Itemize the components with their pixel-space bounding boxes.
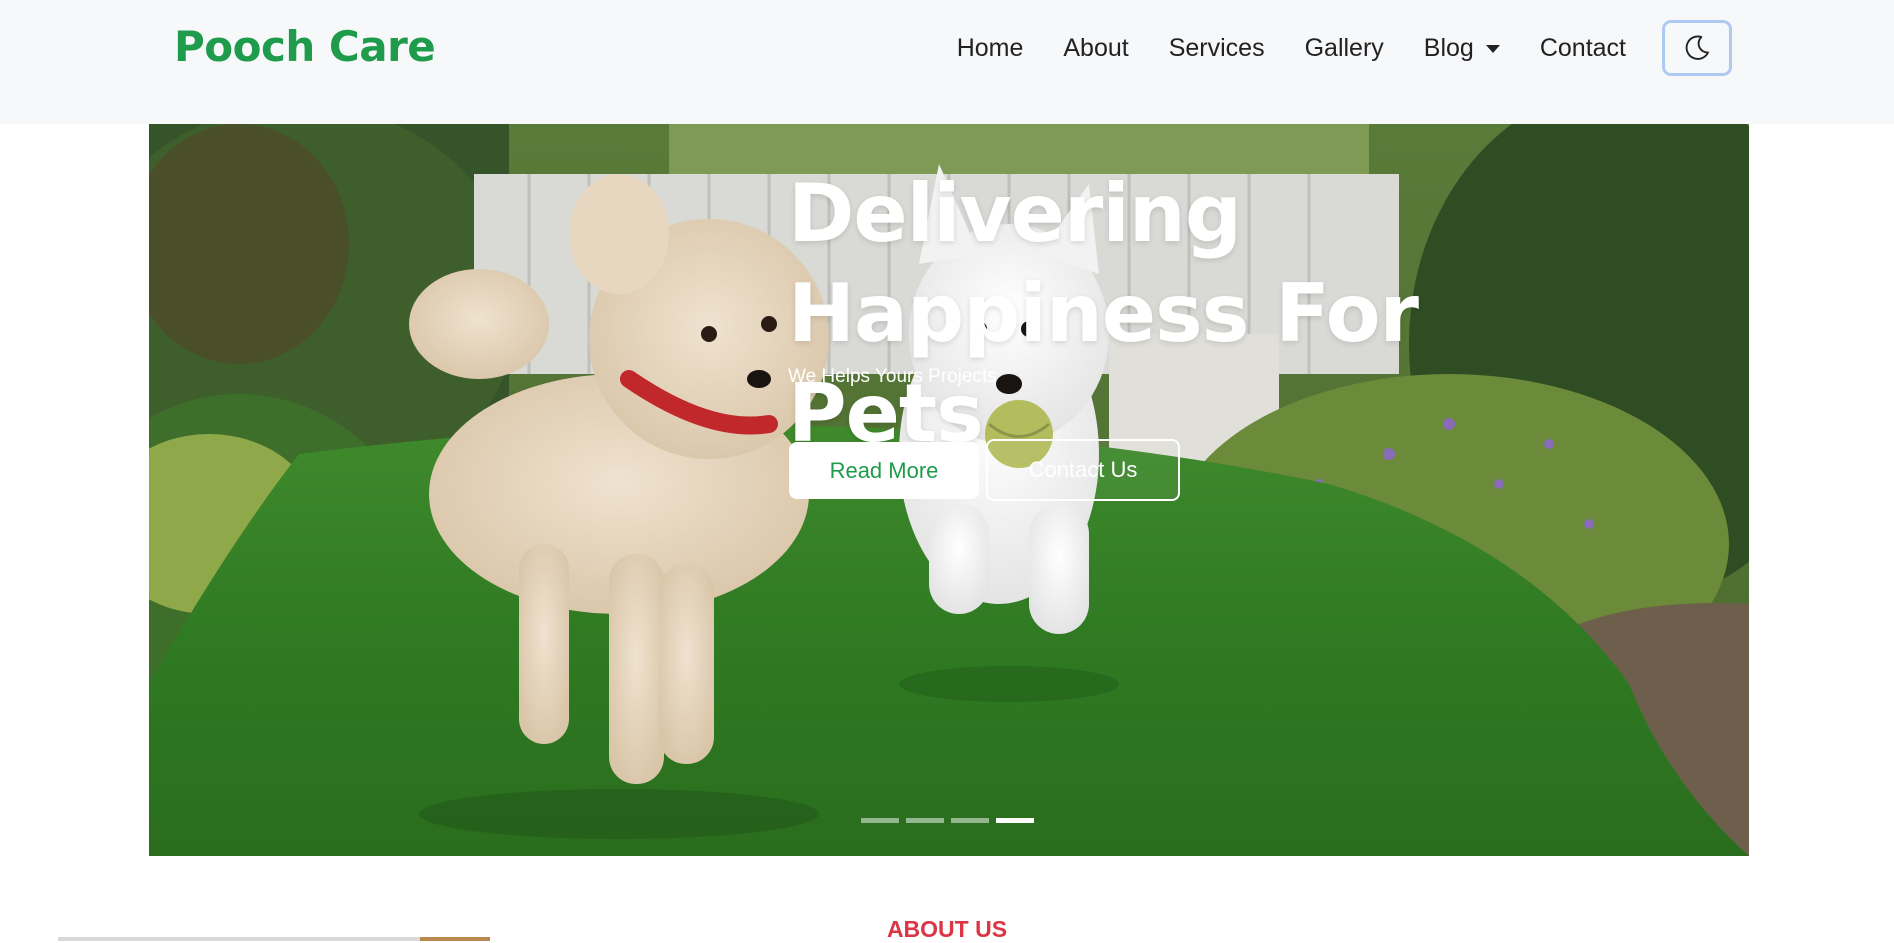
nav-gallery[interactable]: Gallery — [1305, 34, 1384, 63]
nav-home[interactable]: Home — [957, 34, 1024, 63]
nav-links: Home About Services Gallery Blog Contact — [917, 30, 1626, 66]
caret-down-icon — [1485, 45, 1500, 53]
nav-blog-dropdown[interactable]: Blog — [1424, 34, 1500, 63]
hero-title-line1: Delivering — [788, 167, 1242, 260]
contact-us-button[interactable]: Contact Us — [986, 439, 1180, 501]
carousel-indicator-3[interactable] — [951, 818, 989, 823]
hero-carousel[interactable]: Delivering Happiness For Pets We Helps Y… — [149, 124, 1749, 856]
navbar: Pooch Care Home About Services Gallery B… — [0, 0, 1894, 124]
carousel-indicators — [861, 818, 1041, 823]
nav-about[interactable]: About — [1063, 34, 1128, 63]
about-image-edge-accent — [420, 937, 490, 941]
hero-subtitle: We Helps Yours Projects — [788, 366, 997, 387]
nav-blog-label: Blog — [1423, 33, 1474, 62]
nav-services[interactable]: Services — [1169, 34, 1265, 63]
carousel-indicator-4[interactable] — [996, 818, 1034, 823]
carousel-indicator-1[interactable] — [861, 818, 899, 823]
moon-icon — [1685, 35, 1709, 60]
read-more-button[interactable]: Read More — [789, 442, 979, 499]
carousel-indicator-2[interactable] — [906, 818, 944, 823]
hero-title: Delivering Happiness For Pets — [788, 164, 1528, 464]
hero-title-line2: Happiness For Pets — [788, 267, 1419, 460]
brand-logo[interactable]: Pooch Care — [174, 22, 436, 71]
theme-toggle-button[interactable] — [1662, 20, 1732, 76]
nav-contact[interactable]: Contact — [1540, 34, 1626, 63]
